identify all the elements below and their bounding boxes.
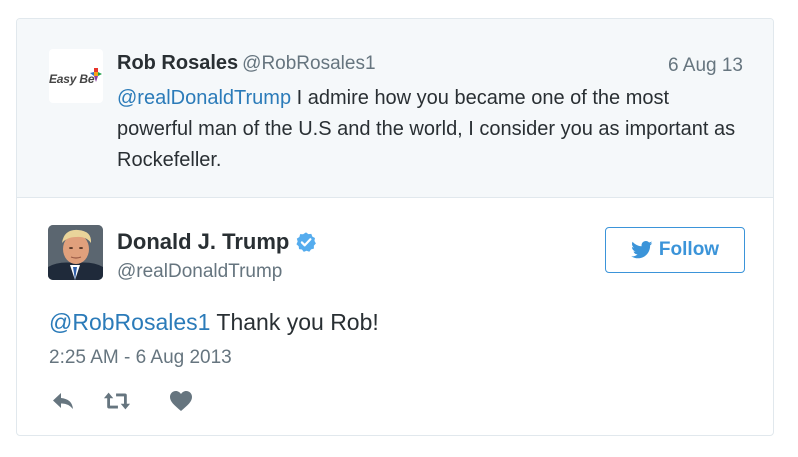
main-author-name[interactable]: Donald J. Trump	[117, 229, 289, 254]
parent-author-name[interactable]: Rob Rosales	[117, 52, 238, 74]
main-tweet-text: @RobRosales1 Thank you Rob!	[49, 309, 379, 336]
main-avatar[interactable]	[48, 225, 103, 280]
parent-avatar[interactable]: Easy Be	[49, 49, 103, 103]
follow-button[interactable]: Follow	[605, 227, 745, 273]
parent-mention-link[interactable]: @realDonaldTrump	[117, 87, 291, 109]
easybe-logo-icon	[90, 68, 102, 82]
main-author[interactable]: Donald J. Trump	[117, 229, 317, 255]
parent-tweet-text: @realDonaldTrump I admire how you became…	[117, 83, 737, 176]
retweet-icon	[103, 392, 131, 410]
follow-button-label: Follow	[658, 239, 720, 260]
parent-date[interactable]: 6 Aug 13	[668, 55, 743, 77]
parent-author[interactable]: Rob Rosales @RobRosales1	[117, 52, 376, 75]
avatar-logo-text: Easy Be	[49, 72, 95, 86]
main-text-body: Thank you Rob!	[210, 309, 379, 335]
embedded-tweet-card: Easy Be Rob Rosales @RobRosales1 6 Aug 13…	[16, 18, 774, 436]
main-author-handle[interactable]: @realDonaldTrump	[117, 261, 282, 283]
parent-author-handle[interactable]: @RobRosales1	[242, 53, 375, 74]
tweet-timestamp[interactable]: 2:25 AM - 6 Aug 2013	[49, 347, 232, 369]
reply-button[interactable]	[49, 387, 77, 415]
like-button[interactable]	[167, 387, 195, 415]
like-icon	[170, 391, 192, 411]
retweet-button[interactable]	[103, 387, 131, 415]
twitter-bird-icon	[631, 241, 653, 259]
avatar-portrait-image	[48, 225, 103, 280]
parent-tweet[interactable]: Easy Be Rob Rosales @RobRosales1 6 Aug 13…	[17, 19, 773, 198]
reply-icon	[53, 393, 73, 409]
main-mention-link[interactable]: @RobRosales1	[49, 309, 210, 335]
verified-badge-icon	[296, 232, 317, 252]
